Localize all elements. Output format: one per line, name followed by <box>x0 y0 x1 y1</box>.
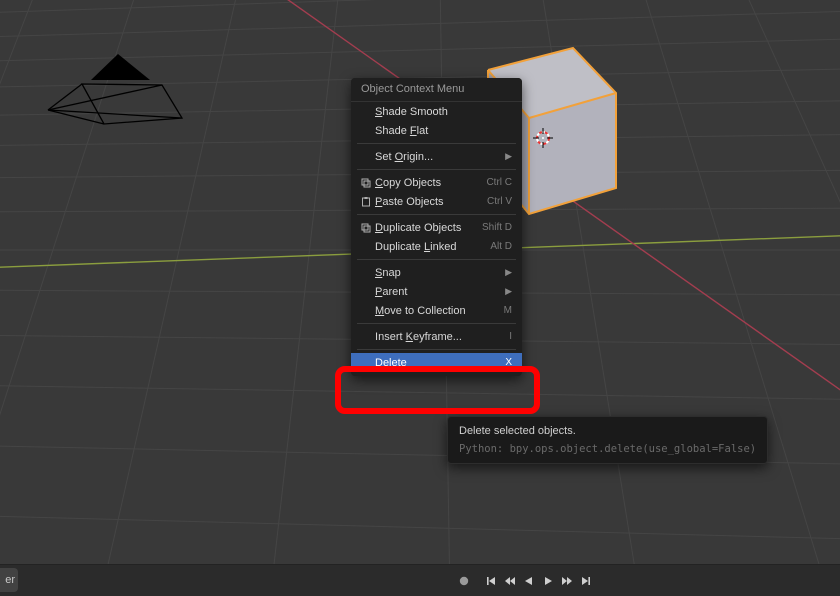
paste-icon <box>357 196 375 208</box>
copy-icon <box>357 177 375 189</box>
menu-label: Duplicate Linked <box>375 241 490 253</box>
shortcut: Shift D <box>482 222 512 233</box>
tooltip-text: Delete selected objects. <box>459 425 756 437</box>
menu-delete[interactable]: Delete X <box>351 353 522 372</box>
menu-separator <box>357 143 516 144</box>
menu-shade-flat[interactable]: Shade Flat <box>351 121 522 140</box>
submenu-arrow-icon: ▶ <box>505 151 512 162</box>
shortcut: Ctrl V <box>487 196 512 207</box>
menu-label: Delete <box>375 357 505 369</box>
shortcut: Alt D <box>490 241 512 252</box>
menu-label: Move to Collection <box>375 305 504 317</box>
submenu-arrow-icon: ▶ <box>505 267 512 278</box>
menu-label: Shade Flat <box>375 125 512 137</box>
menu-separator <box>357 323 516 324</box>
menu-label: Shade Smooth <box>375 106 512 118</box>
menu-title: Object Context Menu <box>351 78 522 102</box>
shortcut: I <box>509 331 512 342</box>
duplicate-icon <box>357 222 375 234</box>
timeline-left-tab[interactable]: er <box>0 568 18 592</box>
menu-move-to-collection[interactable]: Move to Collection M <box>351 301 522 320</box>
menu-separator <box>357 214 516 215</box>
menu-separator <box>357 169 516 170</box>
play-reverse-button[interactable] <box>519 571 538 590</box>
jump-to-end-button[interactable] <box>576 571 595 590</box>
playback-controls <box>454 571 595 590</box>
menu-label: Snap <box>375 267 501 279</box>
menu-set-origin[interactable]: Set Origin... ▶ <box>351 147 522 166</box>
menu-label: Parent <box>375 286 501 298</box>
menu-parent[interactable]: Parent ▶ <box>351 282 522 301</box>
shortcut: X <box>505 357 512 368</box>
camera-object[interactable] <box>46 42 226 172</box>
play-button[interactable] <box>538 571 557 590</box>
menu-shade-smooth[interactable]: Shade Smooth <box>351 102 522 121</box>
shortcut: M <box>504 305 512 316</box>
tooltip-python: Python: bpy.ops.object.delete(use_global… <box>459 443 756 455</box>
jump-next-keyframe-button[interactable] <box>557 571 576 590</box>
menu-label: Copy Objects <box>375 177 486 189</box>
menu-label: Paste Objects <box>375 196 487 208</box>
menu-label: Set Origin... <box>375 151 501 163</box>
menu-label: Duplicate Objects <box>375 222 482 234</box>
viewport-3d[interactable]: Object Context Menu Shade Smooth Shade F… <box>0 0 840 564</box>
menu-snap[interactable]: Snap ▶ <box>351 263 522 282</box>
cursor-3d-icon <box>531 126 555 150</box>
menu-duplicate-linked[interactable]: Duplicate Linked Alt D <box>351 237 522 256</box>
submenu-arrow-icon: ▶ <box>505 286 512 297</box>
menu-copy-objects[interactable]: Copy Objects Ctrl C <box>351 173 522 192</box>
menu-separator <box>357 259 516 260</box>
menu-insert-keyframe[interactable]: Insert Keyframe... I <box>351 327 522 346</box>
shortcut: Ctrl C <box>486 177 512 188</box>
object-context-menu: Object Context Menu Shade Smooth Shade F… <box>351 78 522 376</box>
menu-separator <box>357 349 516 350</box>
tooltip: Delete selected objects. Python: bpy.ops… <box>447 416 768 464</box>
auto-keying-button[interactable] <box>454 571 473 590</box>
menu-label: Insert Keyframe... <box>375 331 509 343</box>
menu-paste-objects[interactable]: Paste Objects Ctrl V <box>351 192 522 211</box>
jump-to-start-button[interactable] <box>481 571 500 590</box>
timeline-bar: er <box>0 564 840 596</box>
jump-prev-keyframe-button[interactable] <box>500 571 519 590</box>
menu-duplicate-objects[interactable]: Duplicate Objects Shift D <box>351 218 522 237</box>
